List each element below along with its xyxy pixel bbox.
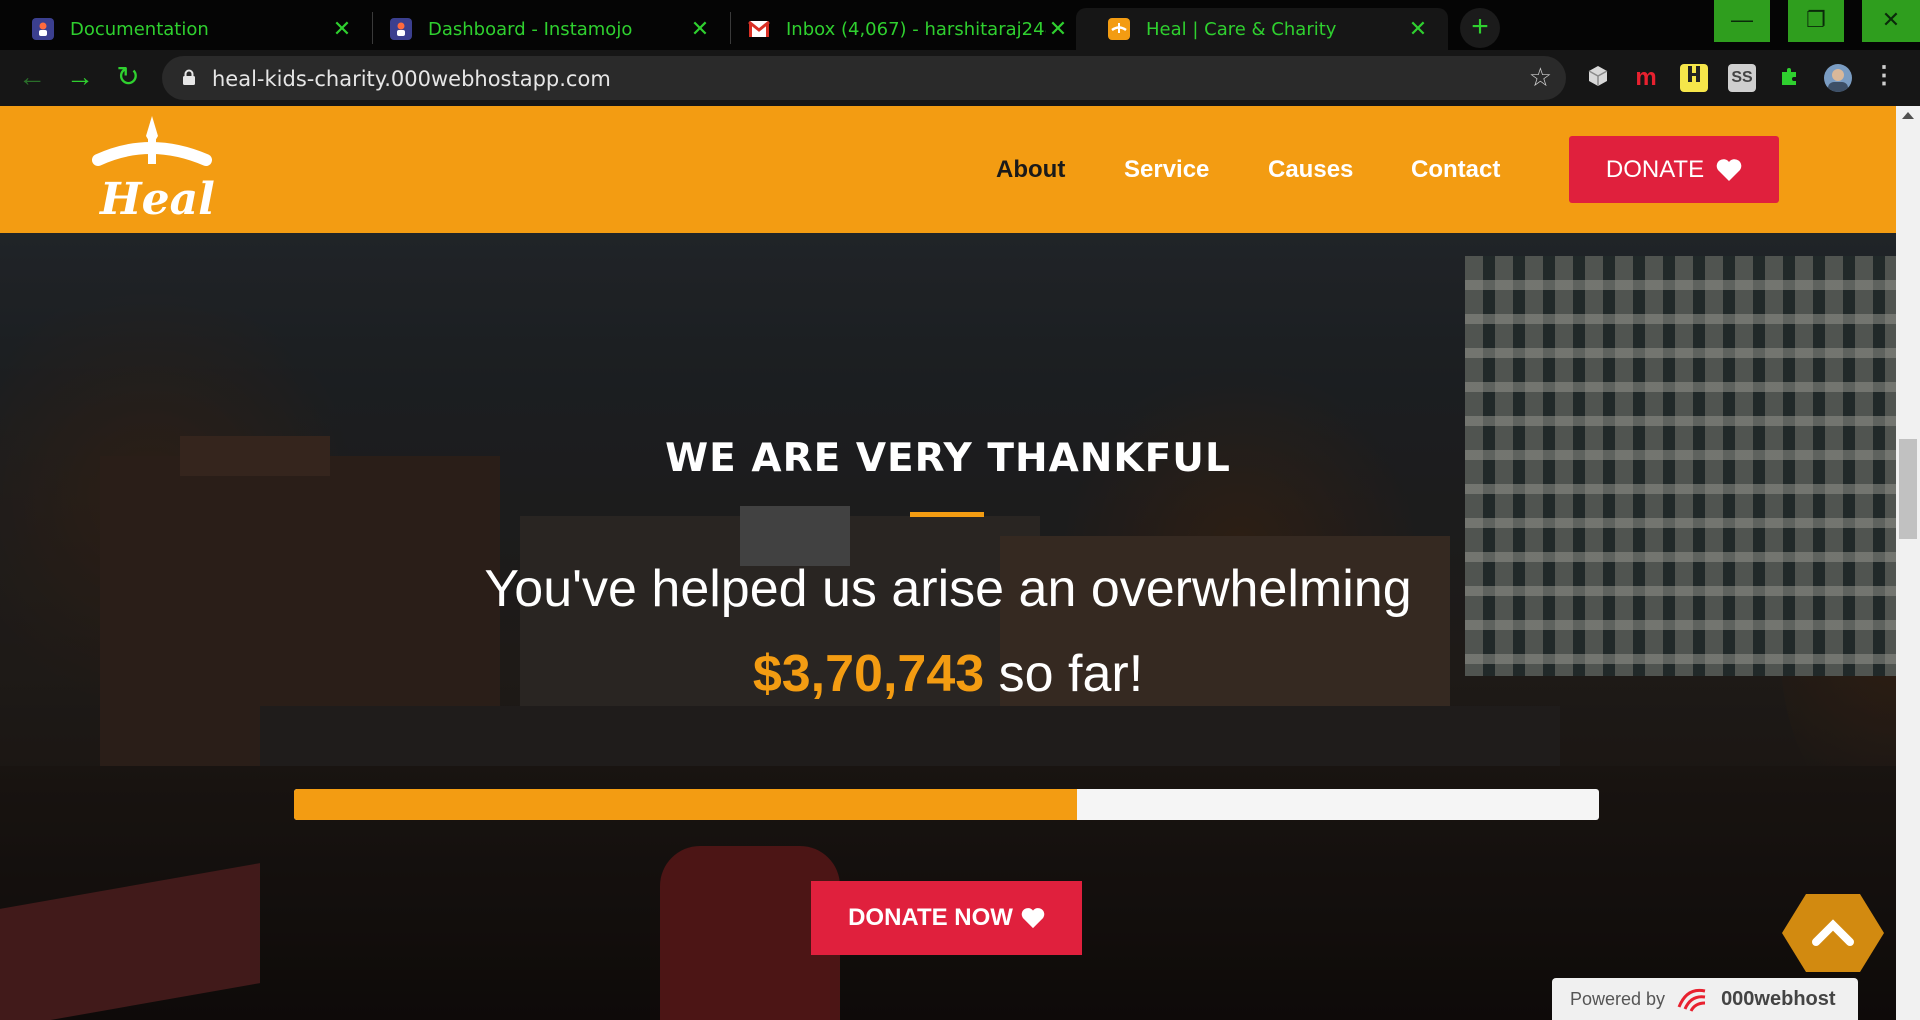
address-bar[interactable]: heal-kids-charity.000webhostapp.com ☆ xyxy=(162,56,1566,100)
fundraising-progress-bar xyxy=(294,789,1599,820)
logo-wordmark: Heal xyxy=(100,174,215,225)
tab-strip: Documentation ✕ Dashboard - Instamojo ✕ … xyxy=(0,0,1920,50)
scroll-to-top-button[interactable] xyxy=(1780,892,1886,974)
page-viewport: Heal About Service Causes Contact DONATE… xyxy=(0,106,1896,1020)
new-tab-button[interactable]: + xyxy=(1460,8,1500,48)
tab-title: Heal | Care & Charity xyxy=(1146,18,1337,40)
tab-heal-care-charity[interactable]: Heal | Care & Charity ✕ xyxy=(1076,8,1448,50)
tab-dashboard-instamojo[interactable]: Dashboard - Instamojo ✕ xyxy=(358,8,730,50)
heart-icon xyxy=(1716,158,1742,181)
heading-underline xyxy=(910,512,984,517)
hero-line-2: $3,70,743 so far! xyxy=(0,644,1896,704)
bookmark-star-icon[interactable]: ☆ xyxy=(1529,62,1552,93)
close-tab-icon[interactable]: ✕ xyxy=(1406,17,1430,42)
profile-avatar[interactable] xyxy=(1824,64,1852,92)
cube-extension-icon[interactable] xyxy=(1584,64,1612,92)
heal-icon xyxy=(1108,18,1130,40)
tab-gmail-inbox[interactable]: Inbox (4,067) - harshitaraj248@gmail.com… xyxy=(716,8,1088,50)
close-tab-icon[interactable]: ✕ xyxy=(1046,17,1070,42)
close-tab-icon[interactable]: ✕ xyxy=(330,17,354,42)
raised-suffix: so far! xyxy=(998,645,1144,703)
hero-heading: WE ARE VERY THANKFUL xyxy=(665,436,1231,481)
m-extension-icon[interactable]: m xyxy=(1632,64,1660,92)
nav-contact[interactable]: Contact xyxy=(1411,156,1500,184)
ss-extension-icon[interactable]: SS xyxy=(1728,64,1756,92)
hero-line-1: You've helped us arise an overwhelming xyxy=(484,560,1412,618)
donate-now-label: DONATE NOW xyxy=(848,904,1013,931)
instamojo-icon xyxy=(390,18,412,40)
powered-by-label: Powered by xyxy=(1570,988,1666,1009)
donate-now-button[interactable]: DONATE NOW xyxy=(811,881,1082,955)
browser-menu-icon[interactable]: ⋮ xyxy=(1870,64,1898,92)
reload-icon[interactable]: ↻ xyxy=(110,60,146,96)
gmail-icon xyxy=(748,18,770,40)
minimize-window-button[interactable]: — xyxy=(1714,0,1770,42)
tab-documentation[interactable]: Documentation ✕ xyxy=(0,8,372,50)
nav-service[interactable]: Service xyxy=(1124,156,1209,184)
donate-button[interactable]: DONATE xyxy=(1569,136,1779,203)
page-scrollbar[interactable] xyxy=(1896,106,1920,1020)
back-arrow-icon[interactable]: ← xyxy=(14,60,50,96)
heart-icon xyxy=(1021,908,1045,929)
raised-amount: $3,70,743 xyxy=(752,645,985,703)
instamojo-icon xyxy=(32,18,54,40)
forward-arrow-icon[interactable]: → xyxy=(62,60,98,96)
puzzle-extensions-icon[interactable] xyxy=(1776,64,1804,92)
nav-causes[interactable]: Causes xyxy=(1268,156,1353,184)
chevron-up-icon xyxy=(1782,894,1884,972)
restore-window-button[interactable]: ❐ xyxy=(1788,0,1844,42)
powered-by-badge[interactable]: Powered by 000webhost xyxy=(1552,978,1858,1020)
site-navbar: Heal About Service Causes Contact DONATE xyxy=(0,106,1896,233)
url-text: heal-kids-charity.000webhostapp.com xyxy=(212,67,611,91)
tab-title: Documentation xyxy=(70,18,209,40)
heal-logo[interactable]: Heal xyxy=(90,116,215,226)
tab-title: Inbox (4,067) - harshitaraj248@gmail.com xyxy=(786,18,1046,40)
000webhost-logo-icon xyxy=(1677,988,1706,1012)
scroll-up-arrow-icon[interactable] xyxy=(1902,112,1914,119)
nav-about[interactable]: About xyxy=(996,156,1065,184)
powered-by-brand: 000webhost xyxy=(1721,987,1836,1010)
donate-label: DONATE xyxy=(1605,155,1705,183)
lock-icon xyxy=(183,69,195,85)
close-window-button[interactable]: ✕ xyxy=(1862,0,1920,42)
tab-title: Dashboard - Instamojo xyxy=(428,18,633,40)
progress-fill xyxy=(294,789,1077,820)
close-tab-icon[interactable]: ✕ xyxy=(688,17,712,42)
highlighter-extension-icon[interactable] xyxy=(1680,64,1708,92)
scrollbar-thumb[interactable] xyxy=(1899,439,1917,539)
browser-toolbar: ← → ↻ heal-kids-charity.000webhostapp.co… xyxy=(0,50,1920,106)
